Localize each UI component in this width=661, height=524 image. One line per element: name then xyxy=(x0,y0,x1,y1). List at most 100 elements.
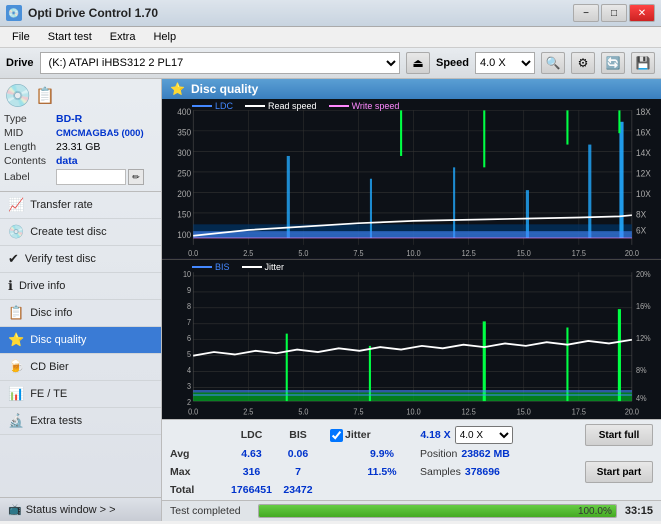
menu-help[interactable]: Help xyxy=(145,29,184,45)
svg-text:300: 300 xyxy=(177,148,191,158)
svg-text:5.0: 5.0 xyxy=(298,407,309,417)
start-full-button[interactable]: Start full xyxy=(585,424,653,446)
legend-ldc: LDC xyxy=(215,101,233,111)
legend-write-speed: Write speed xyxy=(352,101,400,111)
speed-label: Speed xyxy=(436,57,469,69)
svg-text:150: 150 xyxy=(177,209,191,219)
menu-start-test[interactable]: Start test xyxy=(40,29,100,45)
toolbar: Drive (K:) ATAPI iHBS312 2 PL17 ⏏ Speed … xyxy=(0,48,661,79)
close-button[interactable]: ✕ xyxy=(629,4,655,22)
speed-display-select[interactable]: 4.0 X xyxy=(455,426,513,444)
fe-te-icon: 📊 xyxy=(8,386,24,402)
jitter-checkbox-area: Jitter xyxy=(330,429,371,442)
col-ldc: LDC xyxy=(229,429,274,441)
disc-quality-icon: ⭐ xyxy=(8,332,24,348)
progress-bar-area: Test completed 100.0% 33:15 xyxy=(162,500,661,521)
disc-header-icon2: 📋 xyxy=(35,86,55,106)
svg-text:2: 2 xyxy=(187,397,192,407)
svg-text:16%: 16% xyxy=(636,301,651,311)
nav-item-drive-info[interactable]: ℹ Drive info xyxy=(0,273,161,300)
svg-text:10X: 10X xyxy=(636,189,651,199)
label-edit-button[interactable]: ✏ xyxy=(128,169,144,185)
progress-status: Test completed xyxy=(170,505,250,517)
nav-item-transfer-rate[interactable]: 📈 Transfer rate xyxy=(0,192,161,219)
nav-item-create-test-disc[interactable]: 💿 Create test disc xyxy=(0,219,161,246)
svg-text:9: 9 xyxy=(187,285,192,295)
disc-section: 💿 📋 Type BD-R MID CMCMAGBA5 (000) Length… xyxy=(0,79,161,192)
speed-select[interactable]: 4.0 X2.0 X1.0 X xyxy=(475,52,535,74)
save-button[interactable]: 💾 xyxy=(631,52,655,74)
svg-text:12.5: 12.5 xyxy=(462,407,477,417)
nav-items: 📈 Transfer rate 💿 Create test disc ✔ Ver… xyxy=(0,192,161,497)
mid-value: CMCMAGBA5 (000) xyxy=(56,128,144,139)
svg-text:250: 250 xyxy=(177,168,191,178)
nav-item-disc-info[interactable]: 📋 Disc info xyxy=(0,300,161,327)
refresh-button[interactable]: 🔄 xyxy=(601,52,625,74)
menu-extra[interactable]: Extra xyxy=(102,29,144,45)
maximize-button[interactable]: □ xyxy=(601,4,627,22)
drive-select[interactable]: (K:) ATAPI iHBS312 2 PL17 xyxy=(40,52,400,74)
nav-item-verify-test-disc[interactable]: ✔ Verify test disc xyxy=(0,246,161,273)
svg-text:5.0: 5.0 xyxy=(298,249,308,258)
samples-label: Samples xyxy=(420,466,461,478)
avg-jitter: 9.9% xyxy=(352,448,412,460)
create-test-disc-icon: 💿 xyxy=(8,224,24,240)
svg-text:4%: 4% xyxy=(636,393,646,403)
nav-item-cd-bier[interactable]: 🍺 CD Bier xyxy=(0,354,161,381)
nav-item-disc-quality[interactable]: ⭐ Disc quality xyxy=(0,327,161,354)
length-label: Length xyxy=(4,141,56,153)
svg-text:350: 350 xyxy=(177,127,191,137)
legend-jitter: Jitter xyxy=(265,262,285,272)
drive-info-icon: ℹ xyxy=(8,278,13,294)
svg-text:12X: 12X xyxy=(636,168,651,178)
avg-ldc: 4.63 xyxy=(229,448,274,460)
nav-item-fe-te[interactable]: 📊 FE / TE xyxy=(0,381,161,408)
nav-item-extra-tests[interactable]: 🔬 Extra tests xyxy=(0,408,161,435)
scan-button[interactable]: 🔍 xyxy=(541,52,565,74)
total-ldc: 1766451 xyxy=(229,484,274,496)
svg-text:14X: 14X xyxy=(636,148,651,158)
max-label: Max xyxy=(170,466,225,478)
svg-text:12%: 12% xyxy=(636,333,651,343)
minimize-button[interactable]: − xyxy=(573,4,599,22)
disc-quality-header-icon: ⭐ xyxy=(170,82,185,96)
top-chart: LDC Read speed Write speed xyxy=(162,99,661,260)
start-part-button[interactable]: Start part xyxy=(585,461,653,483)
contents-label: Contents xyxy=(4,155,56,167)
eject-button[interactable]: ⏏ xyxy=(406,52,430,74)
menu-file[interactable]: File xyxy=(4,29,38,45)
svg-text:16X: 16X xyxy=(636,127,651,137)
svg-text:5: 5 xyxy=(187,349,192,359)
status-window-button[interactable]: 📺 Status window > > xyxy=(0,497,161,521)
progress-time: 33:15 xyxy=(625,505,653,517)
progress-fill xyxy=(259,505,616,517)
contents-value: data xyxy=(56,155,78,167)
svg-text:15.0: 15.0 xyxy=(517,249,531,258)
svg-text:8: 8 xyxy=(187,301,192,311)
max-ldc: 316 xyxy=(229,466,274,478)
jitter-checkbox[interactable] xyxy=(330,429,343,442)
svg-text:0.0: 0.0 xyxy=(188,407,199,417)
create-test-disc-label: Create test disc xyxy=(30,226,106,238)
avg-speed-display: 4.18 X xyxy=(420,429,450,441)
svg-text:20%: 20% xyxy=(636,269,651,279)
type-value: BD-R xyxy=(56,113,82,125)
stats-footer: LDC BIS Jitter 4.18 X 4.0 X Start full xyxy=(162,419,661,500)
top-chart-svg: 400 350 300 250 200 150 100 18X 16X 14X … xyxy=(162,99,661,259)
svg-text:400: 400 xyxy=(177,107,191,117)
progress-track: 100.0% xyxy=(258,504,617,518)
verify-test-disc-label: Verify test disc xyxy=(25,253,96,265)
speed-avg-label: 4.18 X xyxy=(381,429,451,441)
disc-label-input[interactable] xyxy=(56,169,126,185)
settings-button[interactable]: ⚙ xyxy=(571,52,595,74)
position-val: 23862 MB xyxy=(461,448,509,460)
svg-text:17.5: 17.5 xyxy=(572,249,586,258)
position-label: Position xyxy=(420,448,457,460)
app-icon: 💿 xyxy=(6,5,22,21)
samples-val: 378696 xyxy=(465,466,500,478)
avg-label: Avg xyxy=(170,448,225,460)
svg-text:6X: 6X xyxy=(636,225,646,235)
total-label: Total xyxy=(170,484,225,496)
disc-label-label: Label xyxy=(4,171,56,183)
app-title: Opti Drive Control 1.70 xyxy=(28,6,158,20)
